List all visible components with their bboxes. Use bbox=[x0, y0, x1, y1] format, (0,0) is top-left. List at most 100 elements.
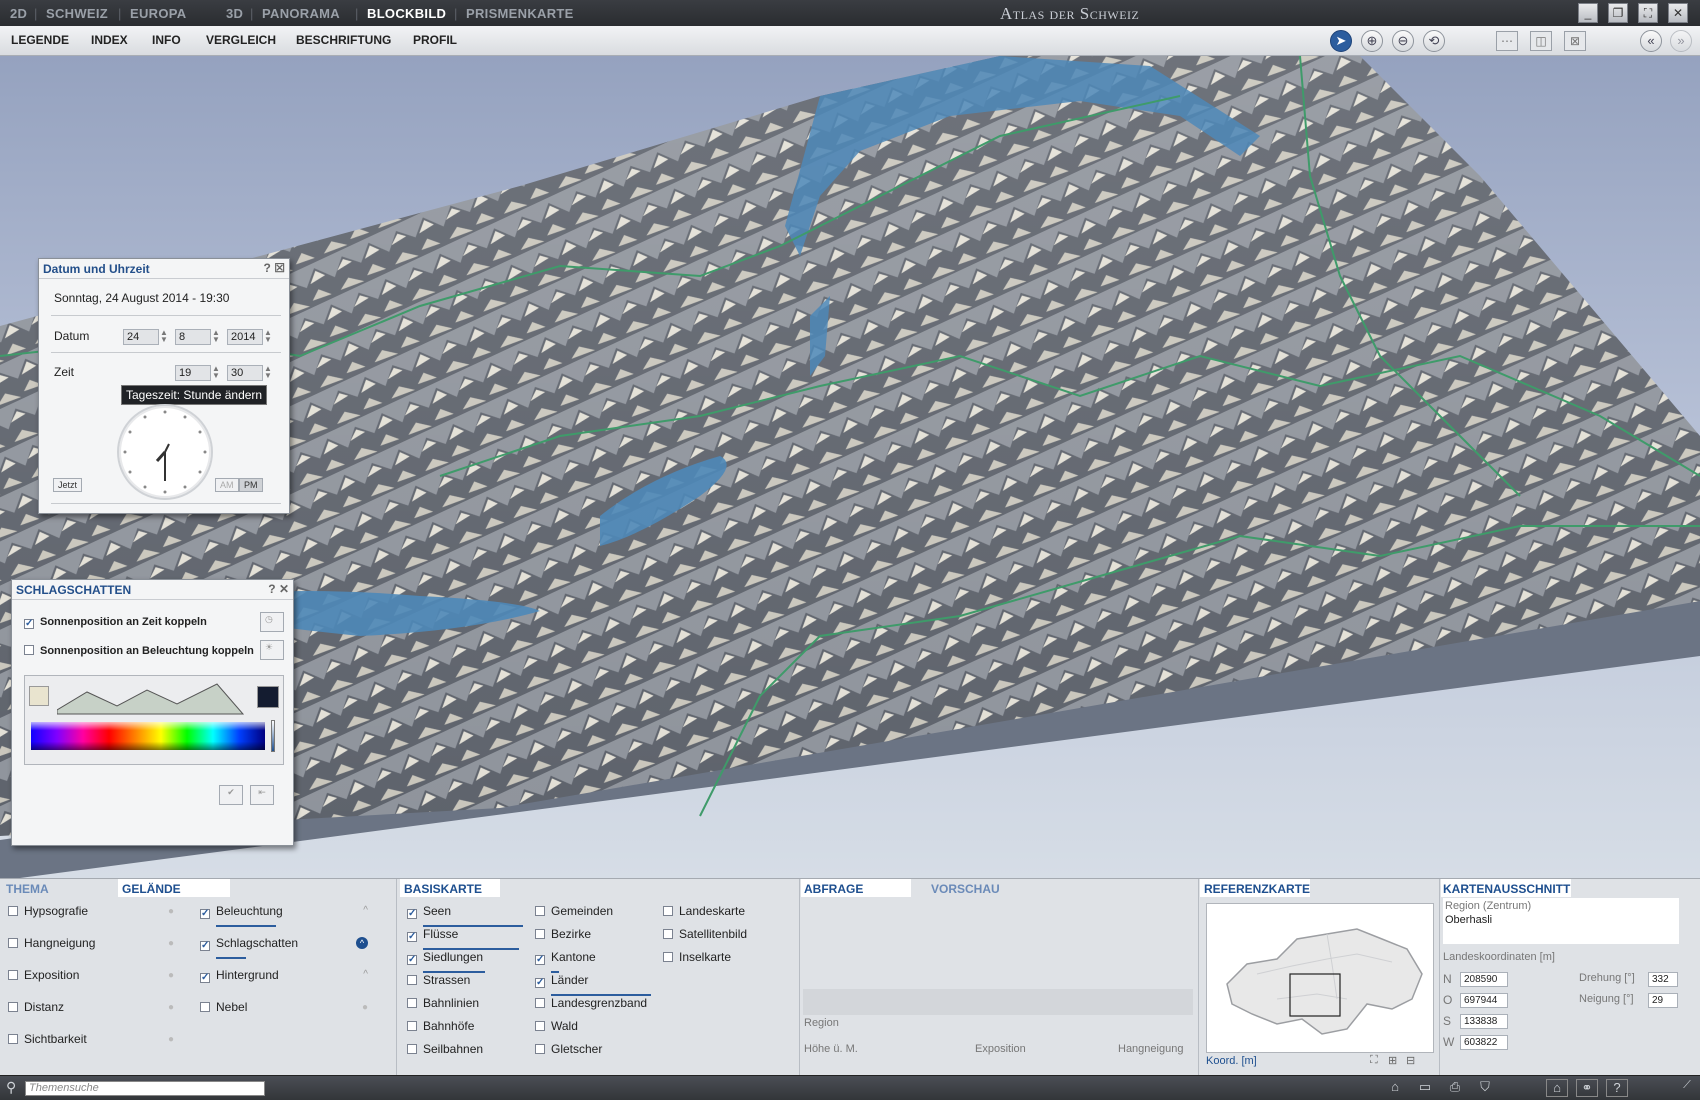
chevron-up-icon[interactable]: ^ bbox=[363, 969, 368, 980]
checkbox-checked[interactable]: ✓ bbox=[535, 955, 545, 965]
view-tab-3d[interactable]: 3D bbox=[226, 6, 243, 21]
neigung-field[interactable]: 29 bbox=[1648, 993, 1678, 1008]
o-coordinate-field[interactable]: 697944 bbox=[1460, 993, 1508, 1008]
basis-bezirke[interactable]: Bezirke bbox=[535, 927, 653, 945]
thema-item-exposition[interactable]: Exposition ● bbox=[8, 968, 174, 986]
zoom-out-map-icon[interactable]: ⊟ bbox=[1406, 1054, 1415, 1067]
basis-satellitenbild[interactable]: Satellitenbild bbox=[663, 927, 781, 945]
info-dot-icon[interactable]: ● bbox=[168, 1002, 174, 1013]
lamp-sync-icon[interactable]: ☀ bbox=[260, 640, 284, 660]
checkbox-checked[interactable]: ✓ bbox=[200, 973, 210, 983]
expand-right-icon[interactable]: » bbox=[1670, 30, 1692, 52]
minute-stepper[interactable]: 30 bbox=[227, 365, 263, 381]
theme-search-input[interactable]: Themensuche bbox=[25, 1081, 265, 1096]
analog-clock[interactable] bbox=[117, 404, 213, 500]
checkbox[interactable] bbox=[8, 1002, 18, 1012]
checkbox-checked[interactable]: ✓ bbox=[407, 909, 417, 919]
help-icon[interactable]: ? bbox=[1606, 1079, 1628, 1097]
checkbox[interactable] bbox=[200, 1002, 210, 1012]
drehung-field[interactable]: 332 bbox=[1648, 972, 1678, 987]
folder-open-icon[interactable]: ⌂ bbox=[1384, 1079, 1406, 1097]
checkbox[interactable] bbox=[535, 1044, 545, 1054]
shadow-color-swatch[interactable] bbox=[257, 686, 279, 708]
checkbox[interactable] bbox=[407, 975, 417, 985]
checkbox[interactable] bbox=[407, 1044, 417, 1054]
shield-icon[interactable]: ⛉ bbox=[1474, 1079, 1496, 1097]
basis-seilbahnen[interactable]: Seilbahnen bbox=[407, 1042, 525, 1060]
checkbox[interactable] bbox=[535, 1021, 545, 1031]
comment-icon[interactable]: ▭ bbox=[1414, 1079, 1436, 1097]
basis-fluesse[interactable]: ✓ Flüsse bbox=[407, 927, 525, 950]
view-tab-schweiz[interactable]: SCHWEIZ bbox=[46, 6, 108, 21]
menu-beschriftung[interactable]: BESCHRIFTUNG bbox=[296, 33, 391, 47]
view-tab-2d[interactable]: 2D bbox=[10, 6, 27, 21]
menu-info[interactable]: INFO bbox=[152, 33, 181, 47]
basis-siedlungen[interactable]: ✓ Siedlungen bbox=[407, 950, 525, 973]
gelaende-item-nebel[interactable]: Nebel ● bbox=[200, 1000, 368, 1018]
thema-item-hangneigung[interactable]: Hangneigung ● bbox=[8, 936, 174, 954]
pm-button[interactable]: PM bbox=[239, 478, 263, 492]
checkbox[interactable] bbox=[535, 998, 545, 1008]
horizontal-split-icon[interactable]: ⋯ bbox=[1496, 31, 1518, 51]
fullscreen-button[interactable]: ⛶ bbox=[1638, 3, 1658, 23]
hour-stepper-arrows[interactable]: ▲ ▼ bbox=[212, 365, 220, 380]
now-button[interactable]: Jetzt bbox=[53, 478, 83, 492]
checkbox-checked[interactable]: ✓ bbox=[24, 619, 34, 629]
checkbox[interactable] bbox=[535, 929, 545, 939]
menu-vergleich[interactable]: VERGLEICH bbox=[206, 33, 276, 47]
link-icon[interactable]: ⚭ bbox=[1576, 1079, 1598, 1097]
restore-button[interactable]: ❐ bbox=[1608, 3, 1628, 23]
checkbox-checked[interactable]: ✓ bbox=[535, 978, 545, 988]
year-stepper[interactable]: 2014 bbox=[227, 329, 263, 345]
tab-vorschau[interactable]: VORSCHAU bbox=[931, 882, 1000, 896]
day-stepper-arrows[interactable]: ▲ ▼ bbox=[160, 329, 168, 344]
gelaende-item-schlagschatten[interactable]: ✓ Schlagschatten ^ bbox=[200, 936, 368, 959]
basis-gemeinden[interactable]: Gemeinden bbox=[535, 904, 653, 922]
view-tab-panorama[interactable]: PANORAMA bbox=[262, 6, 340, 21]
resize-grip-icon[interactable]: ⟋ bbox=[1676, 1079, 1698, 1097]
basis-gletscher[interactable]: Gletscher bbox=[535, 1042, 653, 1060]
gelaende-item-beleuchtung[interactable]: ✓ Beleuchtung ^ bbox=[200, 904, 368, 927]
brightness-slider[interactable] bbox=[271, 720, 275, 752]
help-icon[interactable]: ? bbox=[264, 261, 271, 275]
checkbox[interactable] bbox=[8, 970, 18, 980]
basis-bahnlinien[interactable]: Bahnlinien bbox=[407, 996, 525, 1014]
year-stepper-arrows[interactable]: ▲ ▼ bbox=[264, 329, 272, 344]
basis-seen[interactable]: ✓ Seen bbox=[407, 904, 525, 927]
day-stepper[interactable]: 24 bbox=[123, 329, 159, 345]
checkbox[interactable] bbox=[535, 906, 545, 916]
checkbox[interactable] bbox=[24, 645, 34, 655]
info-dot-icon[interactable]: ● bbox=[168, 1034, 174, 1045]
checkbox-checked[interactable]: ✓ bbox=[407, 955, 417, 965]
menu-profil[interactable]: PROFIL bbox=[413, 33, 457, 47]
checkbox-checked[interactable]: ✓ bbox=[200, 909, 210, 919]
am-button[interactable]: AM bbox=[215, 478, 239, 492]
zoom-out-icon[interactable]: ⊖ bbox=[1392, 30, 1414, 52]
tab-abfrage[interactable]: ABFRAGE bbox=[804, 882, 863, 896]
beleuchtung-slider[interactable] bbox=[216, 924, 276, 927]
light-color-swatch[interactable] bbox=[29, 686, 49, 706]
fullscreen-map-icon[interactable]: ⛶ bbox=[1370, 1054, 1378, 1067]
couple-time-option[interactable]: ✓ Sonnenposition an Zeit koppeln bbox=[24, 616, 207, 629]
checkbox[interactable] bbox=[407, 998, 417, 1008]
info-dot-icon[interactable]: ● bbox=[168, 906, 174, 917]
close-icon[interactable]: ✕ bbox=[279, 582, 289, 596]
basis-strassen[interactable]: Strassen bbox=[407, 973, 525, 991]
checkbox[interactable] bbox=[8, 938, 18, 948]
view-tab-prismenkarte[interactable]: PRISMENKARTE bbox=[466, 6, 574, 21]
vertical-split-icon[interactable]: ◫ bbox=[1530, 31, 1552, 51]
checkbox-checked[interactable]: ✓ bbox=[200, 941, 210, 951]
chevron-up-icon[interactable]: ^ bbox=[363, 905, 368, 916]
hour-stepper[interactable]: 19 bbox=[175, 365, 211, 381]
basis-kantone[interactable]: ✓ Kantone bbox=[535, 950, 653, 973]
w-coordinate-field[interactable]: 603822 bbox=[1460, 1035, 1508, 1050]
month-stepper-arrows[interactable]: ▲ ▼ bbox=[212, 329, 220, 344]
rotate-view-icon[interactable]: ⟲ bbox=[1423, 30, 1445, 52]
print-icon[interactable]: ⎙ bbox=[1444, 1079, 1466, 1097]
gelaende-item-hintergrund[interactable]: ✓ Hintergrund ^ bbox=[200, 968, 368, 986]
close-button[interactable]: ✕ bbox=[1668, 3, 1688, 23]
info-dot-icon[interactable]: ● bbox=[362, 1002, 368, 1013]
couple-light-option[interactable]: Sonnenposition an Beleuchtung koppeln bbox=[24, 645, 254, 657]
reset-icon[interactable]: ⇤ bbox=[250, 785, 274, 805]
basis-bahnhoefe[interactable]: Bahnhöfe bbox=[407, 1019, 525, 1037]
